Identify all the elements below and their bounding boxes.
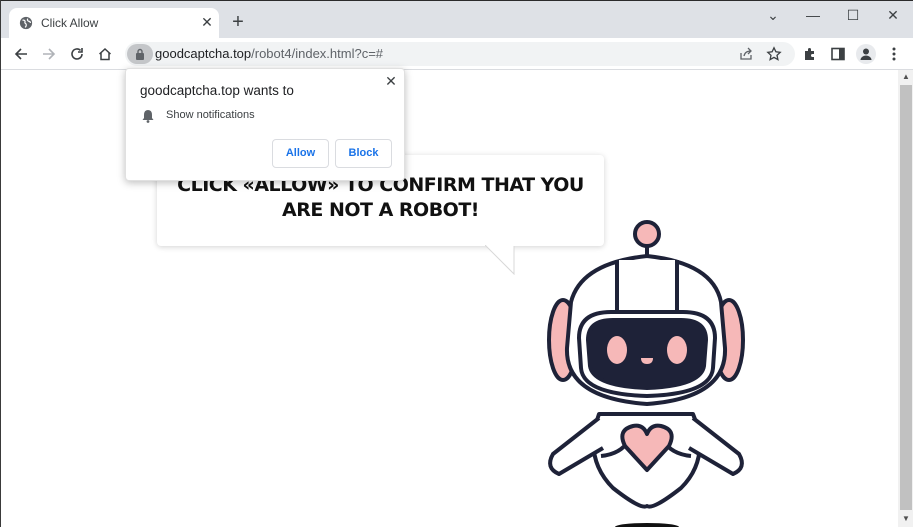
tab-strip: Click Allow ✕ + ⌄ — ☐ ✕	[1, 0, 913, 39]
bell-icon	[142, 110, 154, 123]
address-bar[interactable]: goodcaptcha.top/robot4/index.html?c=#	[125, 42, 795, 66]
profile-icon	[860, 48, 872, 60]
new-tab-button[interactable]: +	[228, 12, 248, 32]
tab-title: Click Allow	[41, 16, 99, 30]
profile-button[interactable]	[856, 44, 876, 64]
browser-toolbar: goodcaptcha.top/robot4/index.html?c=#	[1, 38, 913, 70]
scroll-up-button[interactable]: ▲	[898, 70, 913, 84]
lock-icon	[136, 48, 144, 60]
page-scrollbar[interactable]: ▲ ▼	[898, 70, 913, 527]
tab-click-allow[interactable]: Click Allow ✕	[9, 8, 219, 39]
message-line-2: ARE NOT A ROBOT!	[282, 199, 479, 221]
bookmark-button[interactable]	[765, 45, 783, 63]
reload-icon	[71, 48, 83, 60]
popup-close-icon[interactable]: ✕	[383, 73, 399, 89]
speech-bubble-tail	[485, 245, 515, 275]
notification-permission-popup: goodcaptcha.top wants to ✕ Show notifica…	[125, 68, 405, 181]
robot-left-arm	[548, 416, 605, 476]
home-button[interactable]	[94, 43, 116, 65]
url-path: /robot4/index.html?c=#	[251, 46, 384, 61]
block-button[interactable]: Block	[335, 139, 392, 168]
share-icon	[740, 47, 752, 60]
robot-face	[586, 318, 708, 390]
site-info-button[interactable]	[127, 44, 153, 64]
home-icon	[98, 47, 112, 61]
robot-illustration	[547, 220, 745, 527]
popup-title: goodcaptcha.top wants to	[140, 83, 294, 98]
maximize-button[interactable]: ☐	[841, 5, 865, 25]
close-window-button[interactable]: ✕	[881, 5, 905, 25]
scrollbar-thumb[interactable]	[900, 85, 912, 510]
extensions-button[interactable]	[800, 44, 820, 64]
minimize-button[interactable]: —	[801, 5, 825, 25]
allow-button[interactable]: Allow	[272, 139, 329, 168]
side-panel-button[interactable]	[828, 44, 848, 64]
extensions-icon	[805, 48, 814, 60]
side-panel-icon	[831, 47, 845, 61]
scroll-down-button[interactable]: ▼	[898, 512, 913, 526]
menu-button[interactable]	[884, 44, 904, 64]
robot-visor-stripe	[615, 260, 679, 315]
url-domain: goodcaptcha.top	[155, 46, 252, 61]
robot-right-eye	[667, 336, 687, 364]
menu-icon	[892, 47, 896, 61]
robot-shadow	[615, 523, 679, 527]
back-button[interactable]	[10, 43, 32, 65]
robot-left-eye	[607, 336, 627, 364]
forward-button[interactable]	[38, 43, 60, 65]
close-tab-icon[interactable]: ✕	[199, 14, 215, 30]
permission-text: Show notifications	[166, 109, 255, 121]
star-icon	[766, 46, 782, 61]
share-button[interactable]	[737, 45, 755, 63]
tab-search-button[interactable]: ⌄	[761, 5, 785, 25]
url-text[interactable]: goodcaptcha.top/robot4/index.html?c=#	[155, 46, 383, 61]
reload-button[interactable]	[66, 43, 88, 65]
globe-icon	[19, 16, 33, 30]
forward-icon	[43, 48, 56, 60]
browser-window: Click Allow ✕ + ⌄ — ☐ ✕ goodcaptcha.top/…	[0, 0, 913, 527]
back-icon	[14, 48, 27, 60]
robot-antenna-ball	[633, 220, 661, 248]
